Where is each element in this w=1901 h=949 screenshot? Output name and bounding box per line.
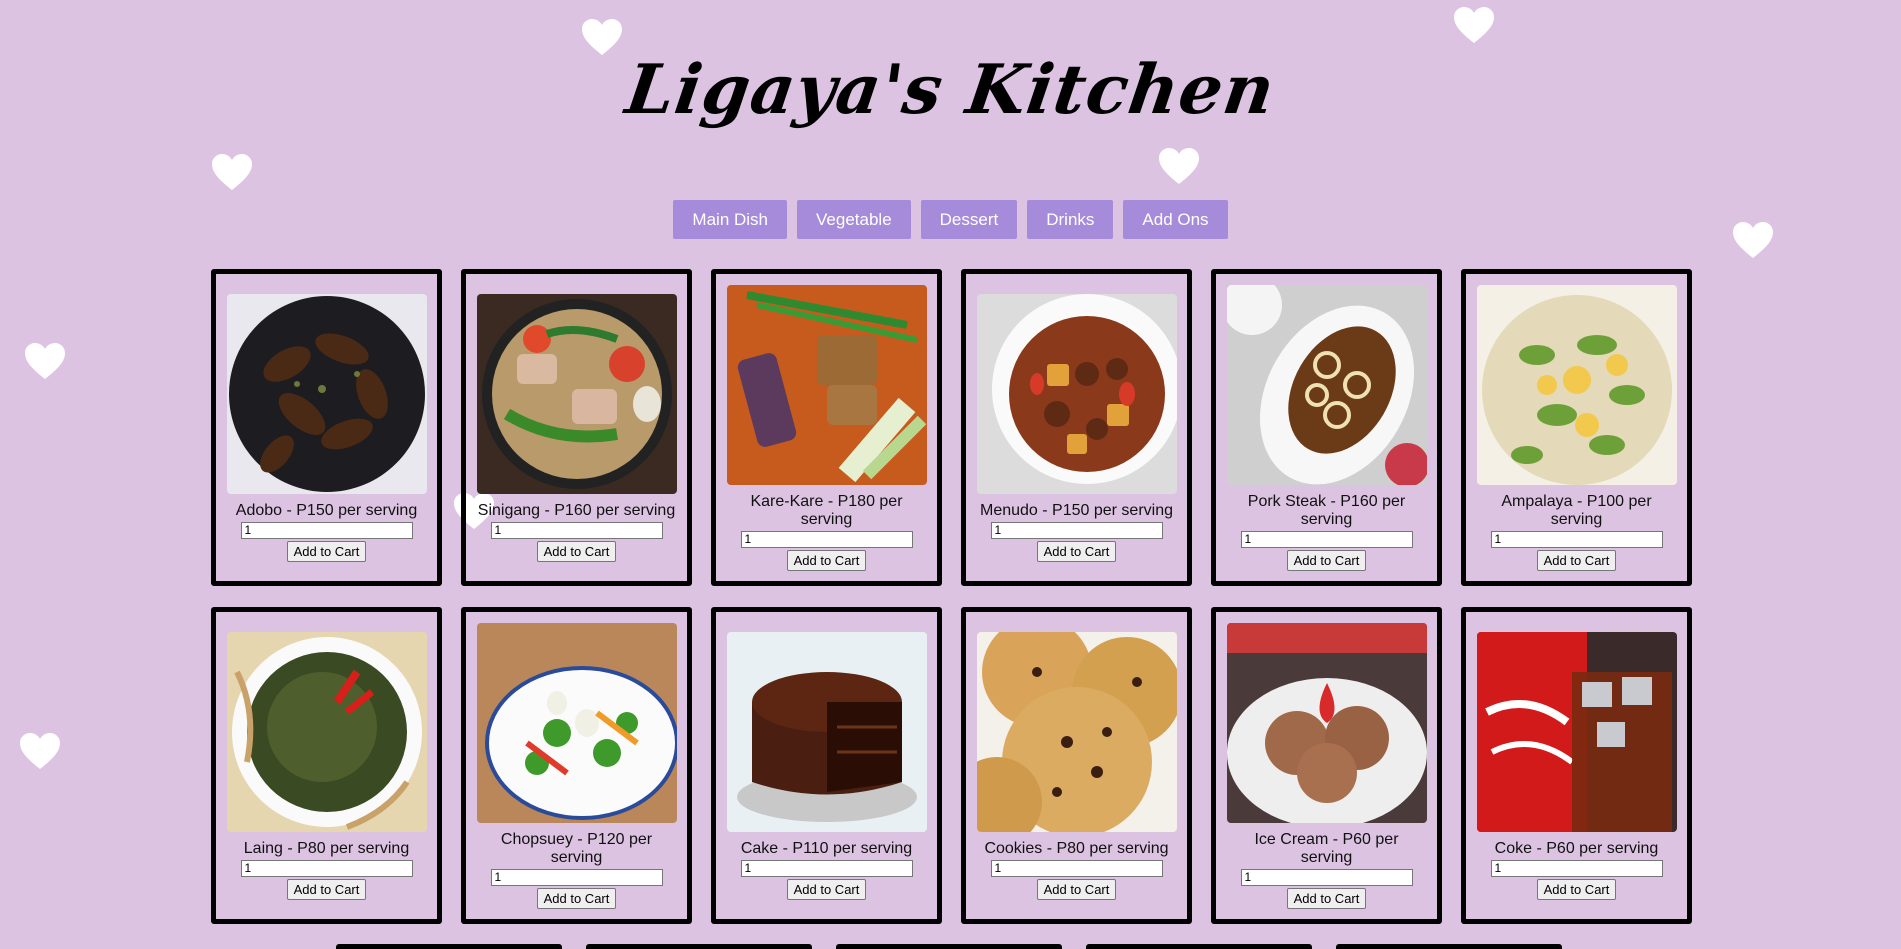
- chopsuey-image: [476, 622, 677, 823]
- menu-item-label: Laing - P80 per serving: [243, 839, 410, 857]
- add-to-cart-button[interactable]: Add to Cart: [286, 878, 367, 900]
- heart-icon: [1157, 146, 1201, 186]
- coke-image: [1476, 631, 1677, 832]
- nav-main-dish-button[interactable]: Main Dish: [673, 200, 788, 239]
- adobo-image: [226, 293, 427, 494]
- nav-vegetable-button[interactable]: Vegetable: [797, 200, 911, 239]
- cookies-image: [976, 631, 1177, 832]
- menu-card-cake: Cake - P110 per serving Add to Cart: [711, 607, 942, 924]
- cake-image: [726, 631, 927, 832]
- menu-card-laing: Laing - P80 per serving Add to Cart: [211, 607, 442, 924]
- menu-card-partial: [586, 944, 812, 949]
- add-to-cart-button[interactable]: Add to Cart: [286, 540, 367, 562]
- quantity-input[interactable]: [240, 859, 413, 877]
- add-to-cart-button[interactable]: Add to Cart: [536, 887, 617, 909]
- add-to-cart-button[interactable]: Add to Cart: [536, 540, 617, 562]
- quantity-input[interactable]: [1490, 530, 1663, 548]
- menu-card-adobo: Adobo - P150 per serving Add to Cart: [211, 269, 442, 586]
- quantity-input[interactable]: [490, 521, 663, 539]
- add-to-cart-button[interactable]: Add to Cart: [1286, 549, 1367, 571]
- sinigang-image: [476, 293, 677, 494]
- quantity-input[interactable]: [490, 868, 663, 886]
- heart-icon: [18, 731, 62, 771]
- menu-item-label: Cake - P110 per serving: [740, 839, 913, 857]
- menu-item-label: Menudo - P150 per serving: [980, 501, 1173, 519]
- category-nav: Main Dish Vegetable Dessert Drinks Add O…: [0, 200, 1901, 239]
- menu-item-label: Ice Cream - P60 per serving: [1254, 830, 1399, 866]
- menu-item-label: Coke - P60 per serving: [1494, 839, 1659, 857]
- menu-item-label: Kare-Kare - P180 per serving: [750, 492, 903, 528]
- menu-card-partial: [836, 944, 1062, 949]
- add-to-cart-button[interactable]: Add to Cart: [1536, 549, 1617, 571]
- menu-grid: Adobo - P150 per servingAdd to CartSinig…: [211, 269, 1692, 924]
- heart-icon: [1452, 5, 1496, 45]
- heart-icon: [23, 341, 67, 381]
- add-to-cart-button[interactable]: Add to Cart: [1536, 878, 1617, 900]
- menu-item-label: Adobo - P150 per serving: [235, 501, 418, 519]
- menu-card-partial: [1086, 944, 1312, 949]
- menu-item-label: Cookies - P80 per serving: [984, 839, 1169, 857]
- menu-card-pork-steak: Pork Steak - P160 per serving Add to Cart: [1211, 269, 1442, 586]
- menu-item-label: Sinigang - P160 per serving: [477, 501, 676, 519]
- menu-card-partial: [336, 944, 562, 949]
- menu-card-coke: Coke - P60 per serving Add to Cart: [1461, 607, 1692, 924]
- menu-item-label: Ampalaya - P100 per serving: [1501, 492, 1652, 528]
- quantity-input[interactable]: [240, 521, 413, 539]
- page-title: Ligaya's Kitchen: [621, 50, 1280, 130]
- menu-card-sinigang: Sinigang - P160 per serving Add to Cart: [461, 269, 692, 586]
- menu-card-ice-cream: Ice Cream - P60 per serving Add to Cart: [1211, 607, 1442, 924]
- nav-drinks-button[interactable]: Drinks: [1027, 200, 1114, 239]
- quantity-input[interactable]: [740, 859, 913, 877]
- add-to-cart-button[interactable]: Add to Cart: [1036, 878, 1117, 900]
- menu-item-label: Pork Steak - P160 per serving: [1247, 492, 1406, 528]
- add-to-cart-button[interactable]: Add to Cart: [786, 878, 867, 900]
- quantity-input[interactable]: [1490, 859, 1663, 877]
- add-to-cart-button[interactable]: Add to Cart: [1036, 540, 1117, 562]
- menu-card-menudo: Menudo - P150 per serving Add to Cart: [961, 269, 1192, 586]
- quantity-input[interactable]: [990, 521, 1163, 539]
- menu-card-ampalaya: Ampalaya - P100 per serving Add to Cart: [1461, 269, 1692, 586]
- add-to-cart-button[interactable]: Add to Cart: [786, 549, 867, 571]
- heart-icon: [210, 152, 254, 192]
- ice-cream-image: [1226, 622, 1427, 823]
- quantity-input[interactable]: [990, 859, 1163, 877]
- kare-kare-image: [726, 284, 927, 485]
- quantity-input[interactable]: [1240, 530, 1413, 548]
- ampalaya-image: [1476, 284, 1677, 485]
- pork-steak-image: [1226, 284, 1427, 485]
- menu-card-kare-kare: Kare-Kare - P180 per serving Add to Cart: [711, 269, 942, 586]
- nav-add-ons-button[interactable]: Add Ons: [1123, 200, 1228, 239]
- menu-card-cookies: Cookies - P80 per serving Add to Cart: [961, 607, 1192, 924]
- menu-card-chopsuey: Chopsuey - P120 per serving Add to Cart: [461, 607, 692, 924]
- menu-card-partial: [1336, 944, 1562, 949]
- quantity-input[interactable]: [740, 530, 913, 548]
- menudo-image: [976, 293, 1177, 494]
- menu-item-label: Chopsuey - P120 per serving: [500, 830, 653, 866]
- laing-image: [226, 631, 427, 832]
- nav-dessert-button[interactable]: Dessert: [920, 200, 1018, 239]
- add-to-cart-button[interactable]: Add to Cart: [1286, 887, 1367, 909]
- quantity-input[interactable]: [1240, 868, 1413, 886]
